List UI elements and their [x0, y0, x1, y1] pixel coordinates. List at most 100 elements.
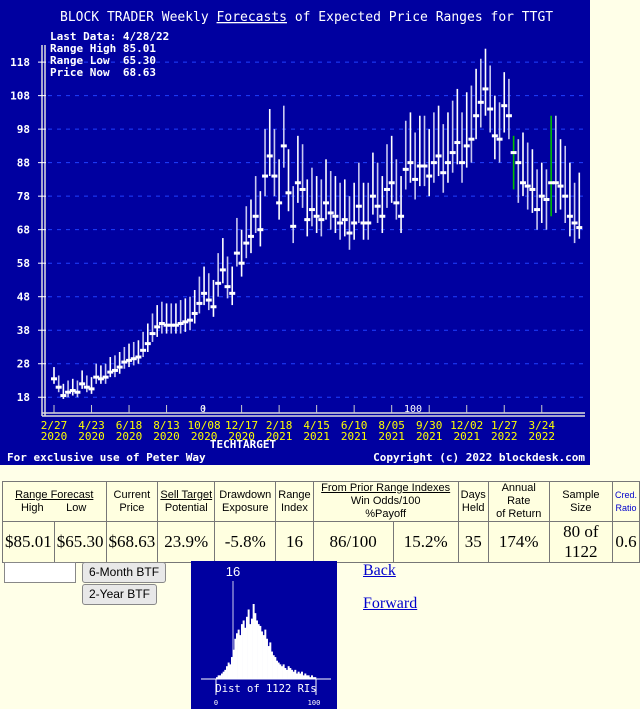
- price-marker: [520, 181, 526, 185]
- price-marker: [468, 137, 475, 141]
- two-year-btf-button[interactable]: 2-Year BTF: [82, 584, 157, 605]
- price-marker: [369, 194, 376, 198]
- six-month-btf-button[interactable]: 6-Month BTF: [82, 562, 167, 583]
- price-marker: [337, 221, 344, 225]
- price-marker: [566, 214, 573, 218]
- chart-title: BLOCK TRADER Weekly Forecasts of Expecte…: [60, 10, 553, 25]
- price-marker: [444, 161, 451, 165]
- ri-scale-max: 100: [404, 404, 422, 415]
- price-marker: [393, 201, 400, 205]
- info-price-now: Price Now 68.63: [50, 66, 156, 79]
- price-marker: [299, 187, 306, 191]
- value-days-held: 35: [457, 521, 489, 563]
- price-marker: [487, 107, 494, 111]
- forecasts-link[interactable]: Forecasts: [217, 10, 287, 25]
- price-marker: [219, 268, 226, 272]
- price-marker: [379, 214, 386, 218]
- price-marker: [271, 174, 278, 178]
- price-marker: [562, 194, 569, 198]
- price-marker: [243, 241, 250, 245]
- price-marker: [323, 201, 330, 205]
- price-marker: [524, 184, 531, 188]
- price-marker: [501, 104, 508, 108]
- price-marker: [88, 387, 95, 391]
- header-drawdown: Drawdown Exposure: [214, 481, 277, 522]
- histogram-axis-max: 100: [308, 699, 321, 707]
- value-payoff: 15.2%: [392, 521, 459, 563]
- histogram-axis-min: 0: [214, 699, 218, 707]
- price-marker: [51, 377, 57, 381]
- price-marker: [449, 151, 456, 155]
- value-drawdown: -5.8%: [214, 521, 277, 563]
- price-marker: [144, 342, 151, 346]
- price-marker: [346, 231, 353, 235]
- price-marker: [473, 114, 480, 118]
- price-marker: [201, 291, 208, 295]
- price-marker: [238, 261, 245, 265]
- y-tick-label: 88: [17, 157, 30, 170]
- value-cred-ratio: 0.6: [611, 521, 640, 563]
- price-marker: [477, 100, 484, 104]
- x-tick-label: 4/23 2020: [78, 419, 105, 443]
- price-marker: [294, 181, 301, 185]
- current-ri-label: 16: [226, 564, 240, 579]
- x-tick-label: 9/30 2021: [416, 419, 443, 443]
- back-link[interactable]: Back: [363, 562, 396, 580]
- forward-link[interactable]: Forward: [363, 595, 417, 613]
- ri-distribution-histogram: 16 Dist of 1122 RIs 0 100: [191, 561, 337, 709]
- price-marker: [318, 218, 325, 222]
- price-marker: [327, 211, 334, 215]
- y-tick-label: 108: [10, 90, 30, 103]
- price-marker: [60, 394, 67, 398]
- price-marker: [383, 187, 390, 191]
- price-marker: [491, 134, 498, 138]
- price-marker: [388, 181, 395, 185]
- y-tick-label: 78: [17, 190, 30, 203]
- header-days-held: Days Held: [457, 481, 489, 522]
- price-marker: [407, 161, 414, 165]
- price-marker: [515, 161, 522, 165]
- price-marker: [149, 332, 156, 336]
- y-tick-label: 98: [17, 123, 30, 136]
- price-range-chart: BLOCK TRADER Weekly Forecasts of Expecte…: [0, 0, 590, 465]
- price-marker: [543, 198, 550, 202]
- value-high: $85.01: [2, 521, 55, 563]
- price-marker: [252, 214, 259, 218]
- value-sell-target: 23.9%: [157, 521, 216, 563]
- x-tick-label: 3/24 2022: [529, 419, 556, 443]
- range-index-input[interactable]: [4, 562, 76, 583]
- price-marker: [55, 385, 62, 389]
- x-tick-label: 2/27 2020: [41, 419, 68, 443]
- y-tick-label: 48: [17, 291, 30, 304]
- value-low: $65.30: [53, 521, 107, 563]
- x-tick-label: 4/15 2021: [303, 419, 330, 443]
- price-marker: [187, 318, 194, 322]
- price-marker: [257, 228, 264, 232]
- x-axis-label: TECHTARGET: [210, 438, 277, 451]
- ri-scale-min: 0: [200, 404, 206, 415]
- price-marker: [454, 141, 461, 145]
- price-marker: [111, 368, 118, 372]
- price-marker: [557, 184, 564, 188]
- price-marker: [79, 382, 86, 386]
- price-marker: [426, 174, 433, 178]
- price-marker: [276, 201, 283, 205]
- value-annual-rate: 174%: [487, 521, 550, 563]
- price-marker: [196, 301, 203, 305]
- x-tick-label: 12/02 2021: [450, 419, 483, 443]
- header-range-index: Range Index: [275, 481, 314, 522]
- price-marker: [351, 221, 358, 225]
- price-marker: [210, 305, 217, 309]
- value-range-index: 16: [275, 521, 314, 563]
- y-tick-label: 18: [17, 391, 30, 404]
- header-annual-rate: Annual Rate of Return: [487, 481, 550, 522]
- x-tick-label: 8/13 2020: [153, 419, 180, 443]
- price-marker: [154, 325, 161, 329]
- price-marker: [215, 281, 222, 285]
- price-marker: [374, 204, 381, 208]
- value-sample-size: 80 of 1122: [548, 521, 613, 563]
- y-tick-label: 38: [17, 324, 30, 337]
- y-tick-label: 68: [17, 224, 30, 237]
- price-marker: [355, 204, 362, 208]
- price-marker: [435, 154, 442, 158]
